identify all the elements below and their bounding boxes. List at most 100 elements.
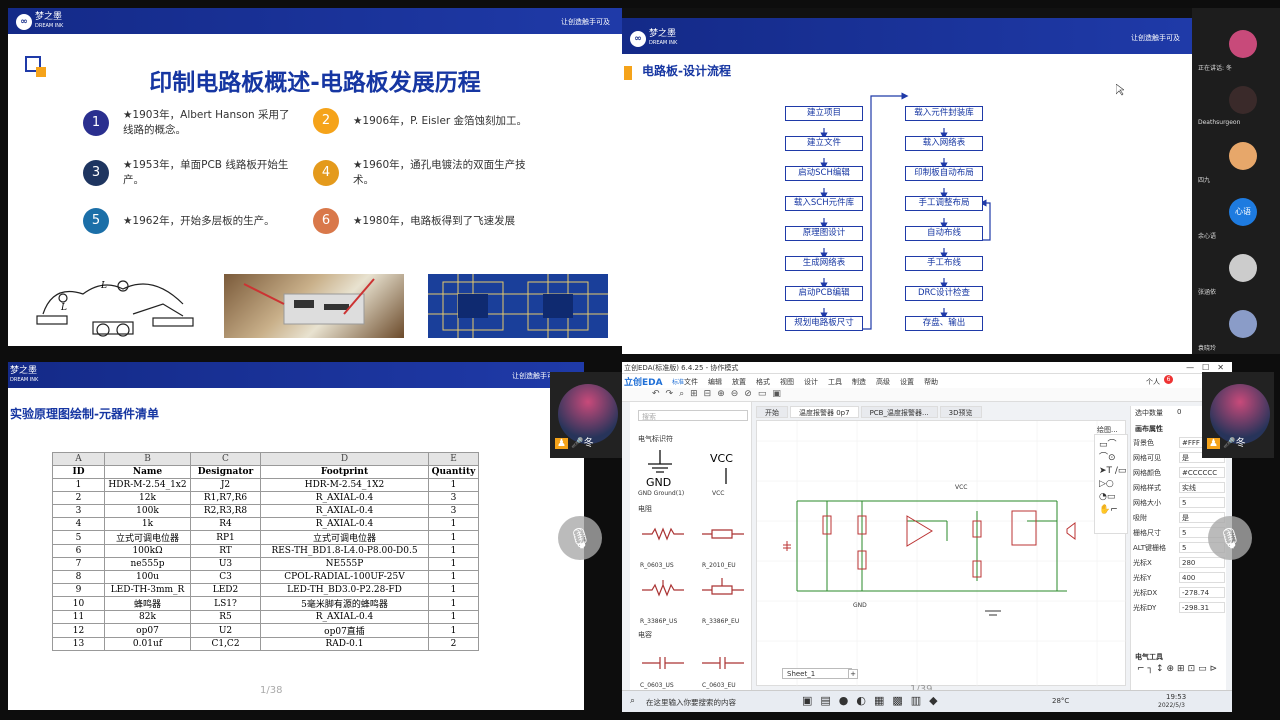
capacitor-symbols[interactable] bbox=[640, 656, 750, 670]
table-cell: 1 bbox=[428, 570, 479, 584]
menu-item[interactable]: 制造 bbox=[852, 377, 866, 387]
table-cell: op07直插 bbox=[260, 623, 429, 638]
taskbar-search[interactable]: 在这里输入你要搜索的内容 bbox=[646, 697, 736, 708]
res-item[interactable]: R_0603_US bbox=[640, 562, 674, 569]
table-header: ID bbox=[52, 465, 105, 479]
menu-item[interactable]: 文件 bbox=[684, 377, 698, 387]
menu-item[interactable]: 放置 bbox=[732, 377, 746, 387]
mic-muted-icon[interactable]: 🎙 bbox=[1208, 516, 1252, 560]
flow-step: 载入SCH元件库 bbox=[785, 196, 863, 211]
table-row: 12 op07 U2 op07直插 1 bbox=[52, 623, 479, 638]
toolbar-icons[interactable]: ↶↷⌕⊞⊟⊕⊖⊘▭▣ bbox=[652, 389, 787, 399]
column-letter: B bbox=[104, 452, 191, 466]
participant-tile[interactable]: Deathsurgeon bbox=[1192, 76, 1280, 132]
property-value[interactable]: -298.31 bbox=[1179, 602, 1225, 613]
res-item[interactable]: R_3386P_US bbox=[640, 618, 677, 625]
breadboard-photo bbox=[224, 274, 404, 338]
participant-tile[interactable]: 张涵依 bbox=[1192, 244, 1280, 300]
drawing-tool-icons[interactable]: ▭⌒ ⌒⊙ ➤T ∕▭ ▷○ ◔▭ ✋⌐ bbox=[1099, 439, 1127, 517]
slide-bom: 梦之墨 DREAM INK 让创造触手可 实验原理图绘制-元器件清单 ABCDEI… bbox=[8, 362, 584, 710]
table-cell: 1 bbox=[428, 610, 479, 624]
taskbar-app-icons[interactable]: ▣▤●◐▦▩▥◆ bbox=[802, 694, 946, 707]
property-row: 网格大小 5 bbox=[1133, 496, 1225, 509]
participant-avatar: 心语 bbox=[1229, 198, 1257, 226]
drawing-tools-panel[interactable]: 绘图... ▭⌒ ⌒⊙ ➤T ∕▭ ▷○ ◔▭ ✋⌐ bbox=[1094, 426, 1128, 534]
participant-tile[interactable]: 正在讲话: 冬 bbox=[1192, 20, 1280, 76]
menu-item[interactable]: 高级 bbox=[876, 377, 890, 387]
flow-step: 存盘、输出 bbox=[905, 316, 983, 331]
property-row: 网格颜色 #CCCCCC bbox=[1133, 466, 1225, 479]
participant-tile[interactable]: 心语 余心语 bbox=[1192, 188, 1280, 244]
participant-tile[interactable]: 四九 bbox=[1192, 132, 1280, 188]
table-cell: R_AXIAL-0.4 bbox=[260, 610, 429, 624]
eda-logo: 立创EDA bbox=[624, 378, 663, 388]
menu-item[interactable]: 工具 bbox=[828, 377, 842, 387]
property-value[interactable]: #CCCCCC bbox=[1179, 467, 1225, 478]
property-value[interactable]: 实线 bbox=[1179, 482, 1225, 493]
table-cell: 10 bbox=[52, 596, 105, 611]
lib-item-gnd[interactable]: GND Ground(1) bbox=[638, 490, 684, 497]
table-row: 6 100kΩ RT RES-TH_BD1.8-L4.0-P8.00-D0.5 1 bbox=[52, 544, 479, 558]
menu-item[interactable]: 设计 bbox=[804, 377, 818, 387]
participant-tile[interactable]: 袁晓玲 bbox=[1192, 300, 1280, 354]
cap-item[interactable]: C_0603_EU bbox=[702, 682, 736, 689]
property-label: 网格大小 bbox=[1133, 498, 1161, 507]
table-cell: R1,R7,R6 bbox=[190, 491, 261, 505]
flow-step: 生成网络表 bbox=[785, 256, 863, 271]
table-cell: 立式可调电位器 bbox=[260, 530, 429, 545]
gnd-vcc-symbols[interactable]: GND VCC bbox=[646, 450, 746, 490]
editor-tab[interactable]: 开始 bbox=[756, 406, 788, 418]
number-badge: 1 bbox=[83, 110, 109, 136]
flow-step: 载入网络表 bbox=[905, 136, 983, 151]
page-number: 1/38 bbox=[260, 685, 283, 696]
add-sheet-icon[interactable]: + bbox=[848, 669, 858, 679]
editor-tab[interactable]: 温度报警器 0p7 bbox=[790, 406, 859, 418]
cap-item[interactable]: C_0603_US bbox=[640, 682, 674, 689]
elec-tool-icons[interactable]: ⌐┐↕⊕⊞⊡▭⊳ bbox=[1137, 664, 1220, 674]
res-item[interactable]: R_3386P_EU bbox=[702, 618, 739, 625]
menu-item[interactable]: 视图 bbox=[780, 377, 794, 387]
slogan: 让创造触手可及 bbox=[561, 18, 610, 26]
schematic-canvas[interactable]: VCC GND bbox=[756, 420, 1127, 687]
search-icon[interactable]: ⌕ bbox=[630, 696, 635, 706]
table-cell: 1 bbox=[428, 544, 479, 558]
menu-item[interactable]: 格式 bbox=[756, 377, 770, 387]
participant-name: 四九 bbox=[1198, 177, 1211, 184]
user-menu[interactable]: 个人 bbox=[1146, 377, 1160, 387]
vcc-label: VCC bbox=[955, 484, 967, 491]
search-input[interactable]: 搜索 bbox=[642, 412, 656, 422]
history-text: ★1980年，电路板得到了飞速发展 bbox=[353, 214, 516, 227]
history-text: ★1960年，通孔电镀法的双面生产技术。 bbox=[353, 159, 526, 186]
history-item: 4 ★1960年，通孔电镀法的双面生产技术。 bbox=[313, 158, 528, 188]
table-cell: 1 bbox=[428, 557, 479, 571]
res-item[interactable]: R_2010_EU bbox=[702, 562, 736, 569]
flow-step: 自动布线 bbox=[905, 226, 983, 241]
property-value[interactable]: -278.74 bbox=[1179, 587, 1225, 598]
editor-tab[interactable]: PCB_温度报警器... bbox=[860, 406, 938, 418]
notification-badge[interactable]: 6 bbox=[1164, 375, 1173, 384]
table-cell: 100k bbox=[104, 504, 191, 518]
menu-item[interactable]: 设置 bbox=[900, 377, 914, 387]
sheet-tab[interactable]: Sheet_1 bbox=[787, 670, 815, 678]
property-value[interactable]: 400 bbox=[1179, 572, 1225, 583]
clock-time: 19:53 bbox=[1166, 693, 1187, 701]
toolbar: ↶↷⌕⊞⊟⊕⊖⊘▭▣ bbox=[622, 388, 1232, 402]
participant-list[interactable]: 正在讲话: 冬 Deathsurgeon 四九心语 余心语 张涵依 袁晓玲 bbox=[1192, 8, 1280, 354]
mic-muted-icon[interactable]: 🎙 bbox=[558, 516, 602, 560]
editor-tab[interactable]: 3D预览 bbox=[939, 406, 982, 418]
menu-item[interactable]: 编辑 bbox=[708, 377, 722, 387]
table-cell: LS1? bbox=[190, 596, 261, 611]
table-header-row: ID Name Designator Footprint Quantity bbox=[52, 465, 479, 479]
window-title: 立创EDA(标准版) 6.4.25 - 协作模式 bbox=[624, 364, 739, 372]
table-cell: R5 bbox=[190, 610, 261, 624]
property-value[interactable]: 280 bbox=[1179, 557, 1225, 568]
participant-avatar bbox=[1229, 142, 1257, 170]
slide-header-bar: 梦之墨 DREAM INK 让创造触手可 bbox=[8, 362, 584, 388]
menu-item[interactable]: 帮助 bbox=[924, 377, 938, 387]
svg-text:L: L bbox=[100, 281, 107, 291]
lib-item-vcc[interactable]: VCC bbox=[712, 490, 724, 497]
property-value[interactable]: 5 bbox=[1179, 497, 1225, 508]
table-cell: 1 bbox=[428, 623, 479, 638]
mic-icon: 🎤 bbox=[1223, 438, 1236, 449]
edition-label: 标准 bbox=[672, 379, 685, 386]
